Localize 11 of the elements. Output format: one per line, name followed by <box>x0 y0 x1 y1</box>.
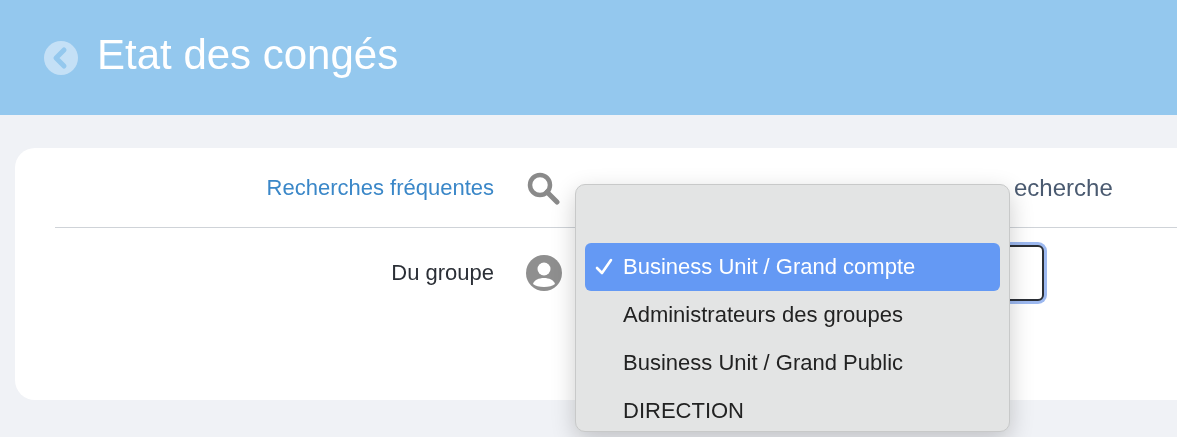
user-icon <box>526 255 562 291</box>
search-field-text: echerche <box>1014 173 1113 201</box>
field-label: Du groupe <box>391 260 494 286</box>
back-icon[interactable] <box>44 40 78 75</box>
check-icon <box>595 258 613 276</box>
dropdown-option[interactable]: Administrateurs des groupes <box>585 291 1000 339</box>
saved-searches-link[interactable]: Recherches fréquentes <box>266 174 494 201</box>
dropdown-option[interactable]: DIRECTION <box>585 387 1000 435</box>
search-icon <box>526 170 560 205</box>
page-title: Etat des congés <box>97 30 399 80</box>
dropdown-option[interactable]: Business Unit / Grand Public <box>585 339 1000 387</box>
